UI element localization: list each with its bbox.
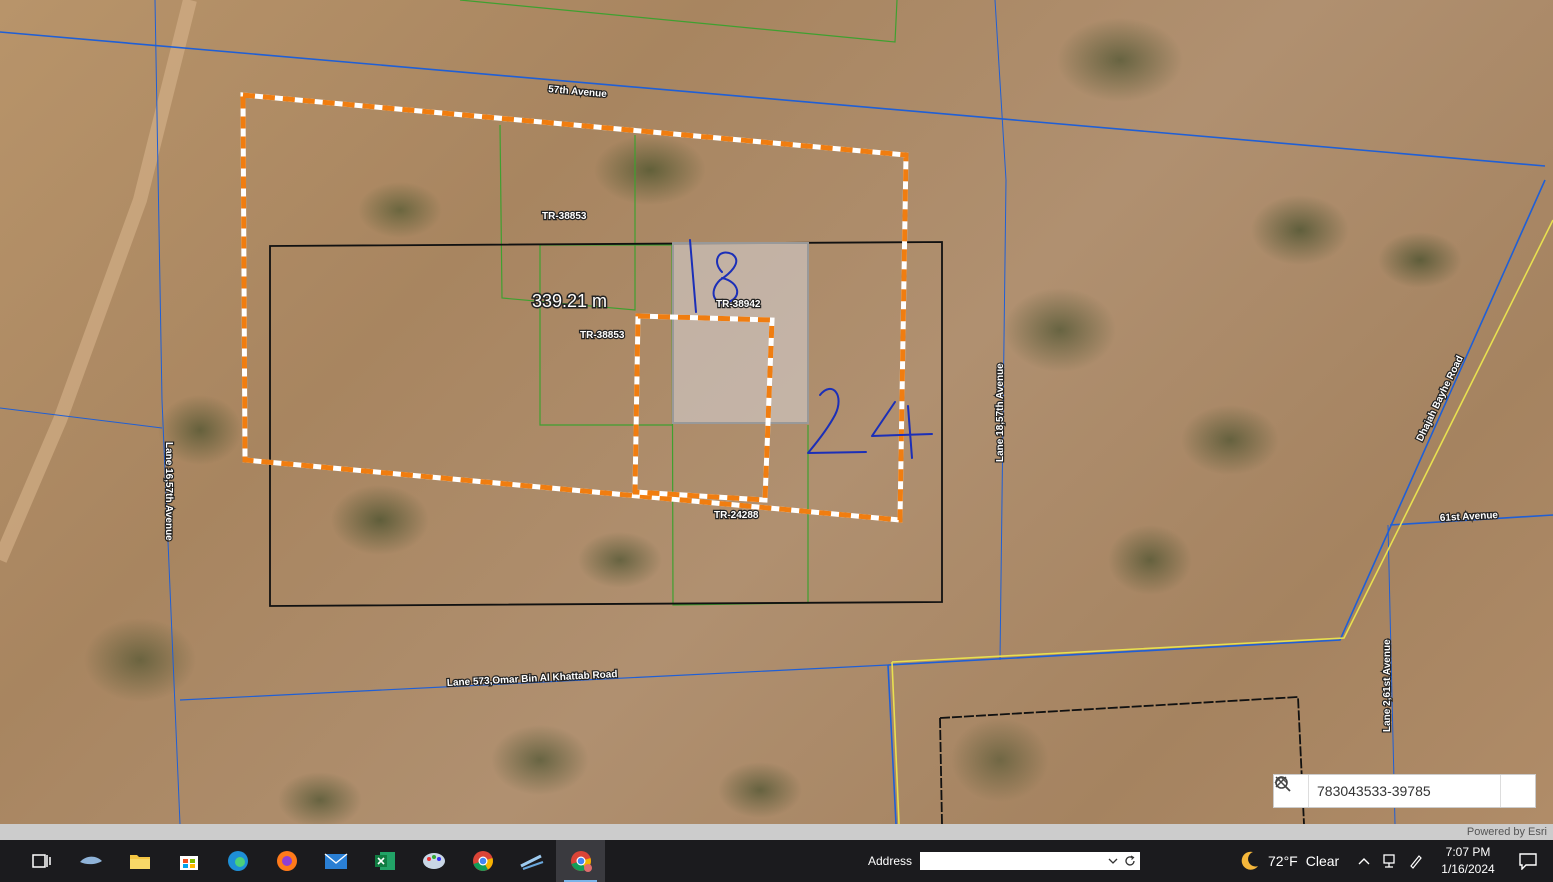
search-widget: 783043533-39785 xyxy=(1273,774,1536,808)
taskbar-chrome[interactable] xyxy=(458,840,507,882)
label-57th-avenue: 57th Avenue xyxy=(548,84,608,100)
firefox-icon xyxy=(276,851,297,871)
label-lane-16: Lane 16,57th Avenue xyxy=(163,442,174,541)
taskbar-chrome-active[interactable] xyxy=(556,840,605,882)
fish-app-icon xyxy=(79,856,102,865)
label-lane-573: Lane 573,Omar Bin Al Khattab Road xyxy=(447,669,618,689)
taskbar-paint[interactable] xyxy=(409,840,458,882)
weather-temp: 72°F xyxy=(1268,853,1298,869)
taskbar-edge[interactable] xyxy=(213,840,262,882)
pen-icon[interactable] xyxy=(1408,853,1424,869)
taskbar-mail[interactable] xyxy=(311,840,360,882)
task-view-button[interactable] xyxy=(17,840,66,882)
search-button[interactable] xyxy=(1275,775,1535,807)
excel-icon xyxy=(374,852,395,870)
satellite-map[interactable]: 57th Avenue Lane 16,57th Avenue Lane 18,… xyxy=(0,0,1553,824)
road-lane-18 xyxy=(994,0,1007,661)
taskbar-file-explorer[interactable] xyxy=(115,840,164,882)
label-lane-2-61st: Lane 2,61st Avenue xyxy=(1382,639,1393,732)
palette-icon xyxy=(422,853,445,869)
system-tray xyxy=(1358,840,1424,882)
label-dhajah: Dhajah Bayhe Road xyxy=(1415,354,1466,443)
chevron-up-icon[interactable] xyxy=(1358,857,1370,865)
road-left-branch xyxy=(0,407,163,429)
taskbar-snipping-tool[interactable] xyxy=(507,840,556,882)
weather-condition: Clear xyxy=(1305,853,1340,869)
weather-widget[interactable]: 72°F Clear xyxy=(1238,840,1339,882)
chevron-down-icon[interactable] xyxy=(1108,857,1118,865)
edge-icon xyxy=(227,851,248,871)
label-61st-avenue: 61st Avenue xyxy=(1440,510,1499,524)
map-attribution: Powered by Esri xyxy=(0,824,1553,840)
dirt-track xyxy=(0,0,197,563)
notification-icon xyxy=(1519,853,1537,870)
clock-date: 1/16/2024 xyxy=(1441,862,1495,876)
snip-icon xyxy=(519,854,543,870)
taskbar-store[interactable] xyxy=(164,840,213,882)
network-icon[interactable] xyxy=(1382,853,1396,869)
search-icon xyxy=(1275,776,1291,792)
mail-icon xyxy=(324,853,347,869)
road-dhajah xyxy=(887,179,1546,666)
map-overlay: 57th Avenue Lane 16,57th Avenue Lane 18,… xyxy=(0,0,1553,824)
parcel-label-tr-38853-b: TR-38853 xyxy=(580,330,625,341)
parcel-label-tr-24288: TR-24288 xyxy=(714,510,759,521)
clock-time: 7:07 PM xyxy=(1445,845,1491,859)
chrome-profile-icon xyxy=(570,851,592,872)
taskbar: Address 72°F Clear 7:07 PM 1/16/2024 xyxy=(0,840,1553,882)
measurement-label: 339.21 m xyxy=(532,291,607,311)
taskbar-app-fish[interactable] xyxy=(66,840,115,882)
taskbar-excel[interactable] xyxy=(360,840,409,882)
start-button[interactable] xyxy=(0,840,17,882)
road-57th-avenue xyxy=(0,31,1546,167)
parcel-label-tr-38853-a: TR-38853 xyxy=(542,211,587,222)
taskbar-firefox[interactable] xyxy=(262,840,311,882)
folder-icon xyxy=(129,855,150,869)
store-icon xyxy=(179,856,198,870)
address-toolbar: Address xyxy=(868,840,1141,882)
moon-icon xyxy=(1241,851,1258,870)
task-view-icon xyxy=(31,854,51,868)
refresh-icon[interactable] xyxy=(1124,855,1136,867)
label-lane-18: Lane 18,57th Avenue xyxy=(995,363,1006,462)
parcel-label-tr-38942: TR-38942 xyxy=(716,299,761,310)
clock[interactable]: 7:07 PM 1/16/2024 xyxy=(1430,844,1506,878)
address-input[interactable] xyxy=(920,852,1141,870)
notification-button[interactable] xyxy=(1508,840,1548,882)
search-input[interactable]: 783043533-39785 xyxy=(1309,783,1474,799)
address-label: Address xyxy=(868,854,913,868)
chrome-icon xyxy=(472,851,493,871)
